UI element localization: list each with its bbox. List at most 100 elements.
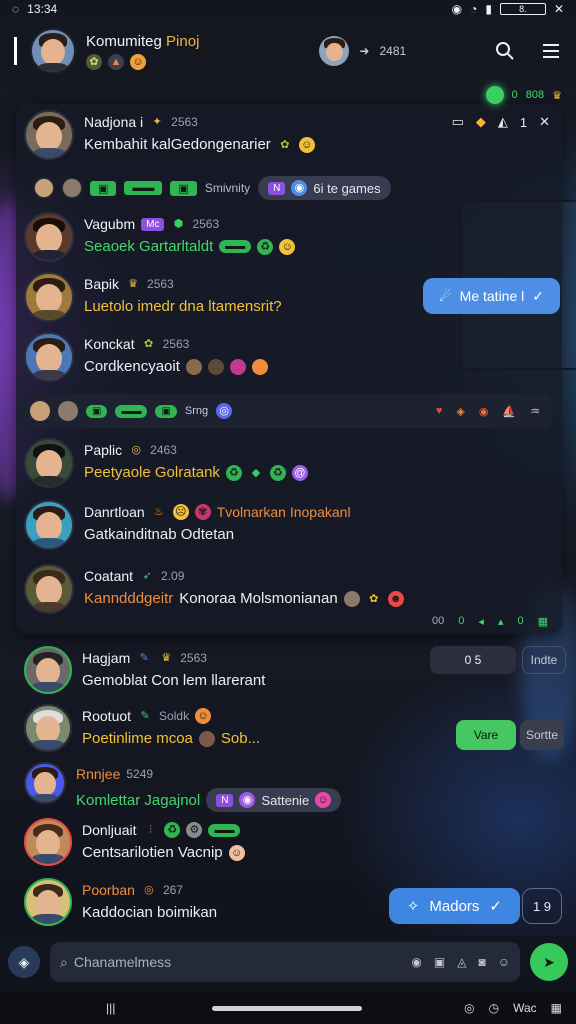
bag-icon[interactable]: ◈	[456, 405, 464, 418]
arrow-icon: ◂	[478, 616, 484, 628]
status-chip: ▬▬	[124, 181, 163, 195]
back-icon[interactable]	[14, 37, 22, 65]
view-button[interactable]: Vare	[456, 720, 516, 750]
sort-button[interactable]: Sortte	[520, 720, 564, 750]
sender-name: Bapik	[84, 276, 120, 292]
message-item[interactable]: Hagjam ✎ ♛ 2563 Gemoblat Con lem llarera…	[24, 646, 265, 694]
tag-bubble[interactable]: ☄ Me tatine l ✓	[423, 278, 560, 314]
status-chip: ▣	[155, 404, 177, 418]
leaf-icon: ✿	[86, 53, 102, 70]
panel-close-icon[interactable]: ✕	[539, 114, 550, 130]
avatar[interactable]	[24, 818, 72, 866]
message-item[interactable]: Rnnjee 5249 Komlettar Jagajnol N ◉ Satte…	[24, 762, 342, 812]
member-count: 2481	[379, 44, 407, 58]
status-chip: ▣	[86, 404, 108, 418]
group-avatar[interactable]	[30, 28, 76, 74]
n-icon: N	[268, 181, 286, 195]
home-indicator[interactable]	[212, 1006, 362, 1011]
shield-icon: ⬢	[173, 218, 184, 230]
assistant-icon[interactable]: ◎	[464, 1001, 474, 1015]
shield-icon[interactable]: ◉	[479, 405, 489, 418]
crown-icon: ♛	[161, 652, 172, 664]
chat-title-block[interactable]: Komumiteg Pinoj ✿ ▲ ☺	[86, 33, 199, 70]
boat-icon[interactable]: ⛵	[502, 405, 516, 418]
hug-emoji-icon: ☺	[228, 844, 245, 861]
wifi-small-icon: ◌	[12, 2, 20, 16]
menu-icon[interactable]	[540, 40, 562, 62]
message-item[interactable]: Poorban ◎ 267 Kaddocian boimikan	[24, 878, 217, 926]
diamond-icon[interactable]: ◆	[476, 114, 486, 130]
mini-avatar	[343, 590, 360, 607]
message-item[interactable]: Vagubm Mc ⬢ 2563 Seaoek Gartarltaldt ▬▬ …	[24, 212, 296, 262]
sattenie-pill[interactable]: N ◉ Sattenie ☺	[206, 788, 342, 812]
search-icon[interactable]	[494, 40, 516, 62]
emoji-icon[interactable]: ☺	[498, 955, 510, 969]
message-item[interactable]: Coatant ➶ 2.09 Kanndddgeitr Konoraa Mols…	[24, 564, 404, 614]
message-text: Gatkainditnab Odtetan	[84, 526, 235, 543]
location-icon[interactable]: ◬	[457, 955, 466, 969]
attachment-icon[interactable]: ◈	[8, 946, 40, 978]
role-badge: Mc	[141, 217, 165, 231]
message-text: Konoraa Molsmonianan	[179, 590, 338, 607]
heart-icon[interactable]: ♥	[436, 405, 443, 417]
message-meta: 2563	[180, 651, 207, 665]
avatar[interactable]	[24, 110, 74, 160]
reply-chip[interactable]: Indte	[522, 646, 566, 674]
avatar[interactable]	[24, 212, 74, 262]
sparkle-icon: ✧	[406, 898, 420, 915]
avatar[interactable]	[24, 762, 66, 804]
grid-icon[interactable]: ▦	[551, 1001, 562, 1015]
location-icon: ◉	[451, 2, 463, 16]
panel-toolbar: ▭ ◆ ◭ 1 ✕	[452, 114, 550, 130]
message-input[interactable]: ⌕ Chanamelmess ◉ ▣ ◬ ◙ ☺	[50, 942, 520, 982]
check-icon: ✓	[532, 287, 544, 304]
avatar[interactable]	[24, 704, 72, 752]
close-icon[interactable]: ✕	[554, 2, 564, 16]
battery-icon: 8.	[499, 3, 546, 15]
recents-icon[interactable]: |||	[106, 1001, 115, 1015]
chat-header: Komumiteg Pinoj ✿ ▲ ☺ ➜ 2481	[0, 20, 576, 82]
counter-chip[interactable]: 1 9	[522, 888, 562, 924]
message-item[interactable]: Danrtloan ♨ ☹ ✾ Tvolnarkan Inopakanl Gat…	[24, 500, 351, 550]
avatar[interactable]	[24, 438, 74, 488]
nav-label[interactable]: Wac	[513, 1001, 537, 1015]
avatar[interactable]	[24, 332, 74, 382]
message-item[interactable]: Rootuot ✎ Soldk ☺ Poetinlime mcoa Sob...	[24, 704, 260, 752]
message-item[interactable]: Donljuait ⫶ ♻ ⚙ ▬▬ Centsarilotien Vacnip…	[24, 818, 245, 866]
online-dot-icon	[485, 86, 504, 104]
composer-bar: ◈ ⌕ Chanamelmess ◉ ▣ ◬ ◙ ☺ ➤	[0, 936, 576, 988]
plant-icon: ✿	[280, 138, 290, 151]
sticker-icon[interactable]: ◉	[411, 955, 421, 969]
avatar[interactable]	[24, 272, 74, 322]
wifi-icon: ◔	[470, 2, 478, 16]
message-item[interactable]: Nadjona i ✦ 2563 Kembahit kalGedongenari…	[24, 110, 315, 160]
clock-icon[interactable]: ◷	[489, 1001, 499, 1015]
avatar[interactable]	[24, 564, 74, 614]
search-icon: ⌕	[60, 953, 68, 970]
mini-avatar	[30, 401, 50, 421]
message-item[interactable]: Paplic ◎ 2463 Peetyaole Golratank ♻ ◆ ♻ …	[24, 438, 308, 488]
member-info[interactable]: ➜ 2481	[319, 36, 406, 66]
avatar[interactable]	[24, 646, 72, 694]
arrow-icon: ▴	[497, 616, 504, 628]
image-icon[interactable]: ▣	[434, 955, 445, 969]
wave-icon[interactable]: ♒	[530, 405, 540, 418]
games-pill[interactable]: N ◉ 6i te games	[258, 176, 391, 200]
message-item[interactable]: Konckat ✿ 2563 Cordkencyaoit	[24, 332, 268, 382]
window-icon[interactable]: ▭	[452, 114, 464, 130]
avatar[interactable]	[24, 878, 72, 926]
madors-button[interactable]: ✧ Madors ✓	[388, 888, 520, 924]
message-meta: Soldk	[159, 709, 190, 723]
message-text-2: Sob...	[220, 730, 261, 747]
member-arrow-icon: ➜	[359, 44, 370, 58]
send-button[interactable]: ➤	[530, 943, 568, 981]
online-value-b: 808	[525, 89, 545, 101]
message-item[interactable]: Bapik ♛ 2563 Luetolo imedr dna ltamensri…	[24, 272, 282, 322]
pin-icon[interactable]: ◭	[498, 114, 508, 130]
wave-icon: ☄	[439, 287, 452, 304]
reply-chip[interactable]: 0 5	[430, 646, 516, 674]
link-icon: ◎	[216, 403, 233, 419]
message-meta: 2563	[147, 277, 174, 291]
camera-icon[interactable]: ◙	[478, 955, 485, 969]
avatar[interactable]	[24, 500, 74, 550]
